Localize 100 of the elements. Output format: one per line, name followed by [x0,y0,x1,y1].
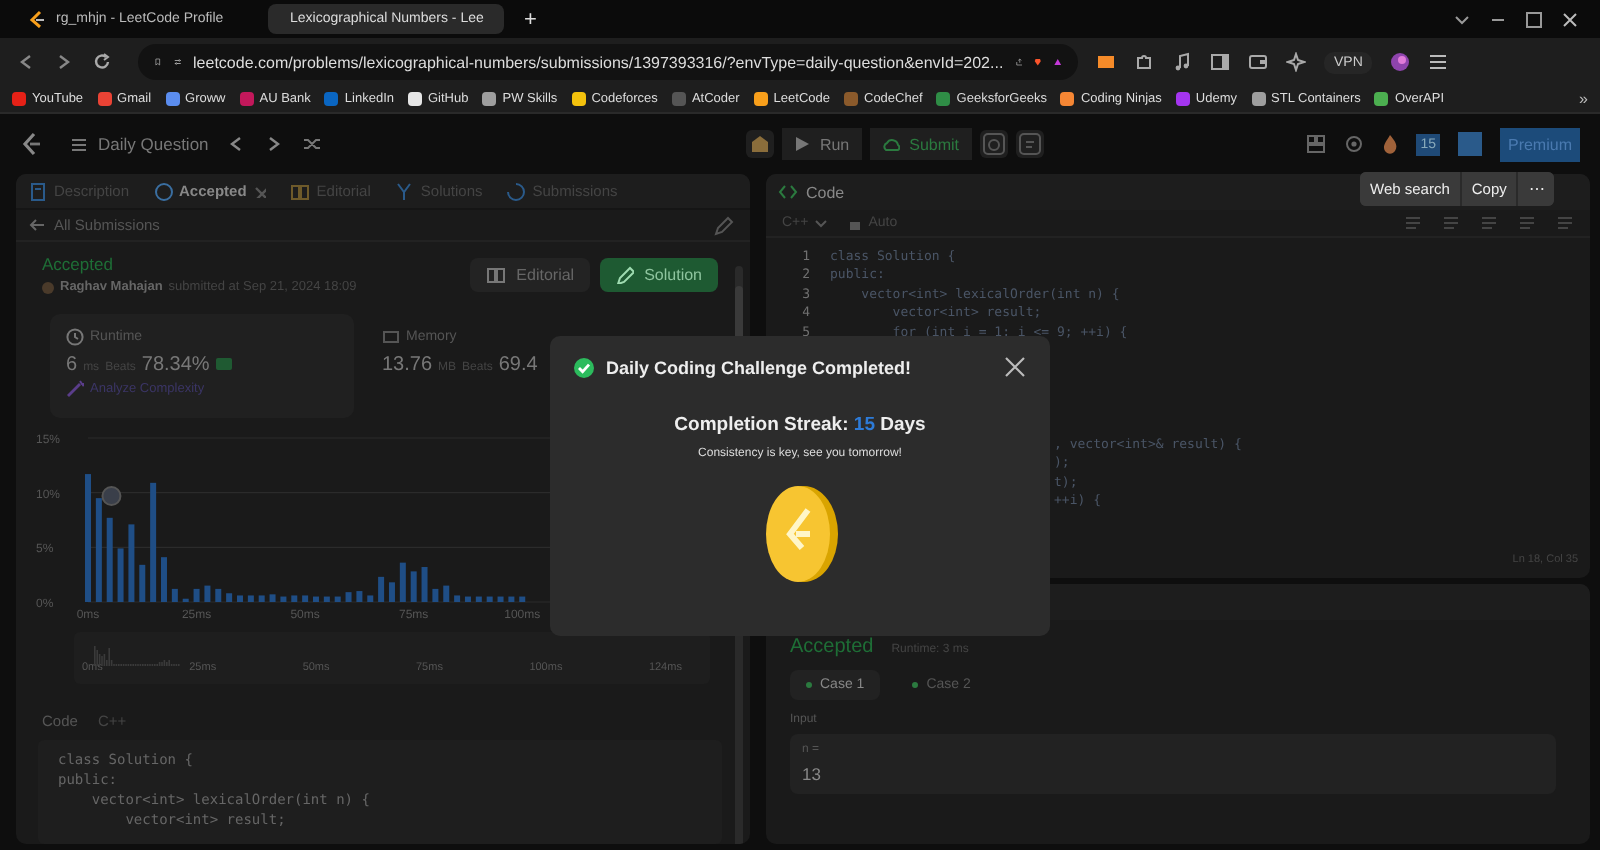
dot-icon [912,682,919,688]
close-icon[interactable] [1560,9,1580,29]
leetcode-logo-icon[interactable] [20,132,44,156]
daily-question-button[interactable]: Daily Question [70,134,209,154]
extension-icon[interactable] [1096,52,1116,72]
coin-icon [760,482,840,586]
histogram-bar [421,567,428,602]
book-icon [290,181,311,201]
wand-icon [66,380,84,398]
histogram-bar [247,595,254,602]
book-icon [486,265,507,283]
histogram-bar [367,595,374,602]
history-icon [506,181,527,201]
histogram-bar [464,596,471,602]
histogram-bar [269,594,276,602]
histogram-bar [150,482,157,602]
code-brackets-icon [778,182,798,202]
histogram-bar [237,595,243,602]
histogram-bar [193,588,200,602]
shuffle-icon[interactable] [302,134,323,154]
histogram-bar [117,548,124,602]
histogram-bar [475,596,482,602]
clock-icon [66,328,84,346]
stat-value: 13.76 [382,354,433,376]
maximize-icon[interactable] [1524,9,1544,29]
play-icon [793,136,810,152]
note-icon[interactable] [1015,130,1044,158]
check-circle-icon [574,357,594,377]
histogram-bar [280,596,287,602]
back-icon[interactable] [16,52,36,72]
settings-icon[interactable] [1344,134,1365,154]
url-text: leetcode.com/problems/lexicographical-numbers/submissions/1397393316/?envType=daily-question&envId=202... [193,53,1004,71]
histogram-bar [171,588,178,602]
notification-icon[interactable] [1457,132,1482,156]
layout-icon[interactable] [1306,134,1327,154]
next-icon[interactable] [264,134,285,154]
profile-avatar-icon[interactable] [1390,52,1411,72]
music-note-icon[interactable] [1172,52,1192,72]
panel-title: Code [806,183,845,201]
histogram-bar [204,585,211,602]
close-icon[interactable] [1004,356,1026,378]
histogram-bar [258,595,265,602]
more-bookmarks-button[interactable]: » [1579,90,1588,108]
cloud-upload-icon [881,135,900,153]
menu-icon[interactable] [1428,52,1449,72]
badge-icon [215,358,232,370]
histogram-bar [85,474,91,602]
forward-icon[interactable] [54,52,74,72]
chip-icon [382,328,400,346]
wallet-icon[interactable] [1248,52,1268,72]
histogram-bar [215,588,222,602]
sidebar-icon[interactable] [1210,52,1230,72]
sparkle-icon[interactable] [1286,52,1306,72]
status-text: Accepted [790,636,874,658]
puzzle-icon[interactable] [1134,52,1154,72]
histogram-bar [508,596,515,602]
list-icon [70,135,88,153]
histogram-bar [443,585,450,602]
beats-percent: 69.4 [498,354,538,376]
histogram-bar [388,582,395,602]
edit-icon [616,265,635,283]
input-value: 13 [802,764,823,784]
histogram-bar [432,588,439,602]
clock-icon [153,181,174,201]
chevron-down-icon [814,216,829,230]
dialog-title: Daily Coding Challenge Completed! [606,357,912,377]
histogram-bar [95,498,102,602]
solution-button[interactable]: Solution [600,257,718,291]
beats-percent: 78.34% [141,354,210,376]
run-button[interactable]: Run [781,128,862,160]
address-bar[interactable]: leetcode.com/problems/lexicographical-numbers/submissions/1397393316/?envType=daily-question&envId=202... [138,44,1078,80]
new-tab-button[interactable]: + [520,7,541,31]
avatar-icon [42,281,54,293]
avatar-marker [101,486,122,506]
histogram-bar [334,596,341,602]
document-icon [28,181,48,201]
histogram-bar [323,596,330,602]
histogram-bar [410,571,417,602]
timer-icon[interactable] [979,130,1008,158]
histogram-bar [226,593,233,602]
lock-icon [848,216,863,230]
histogram-bar [356,591,363,602]
histogram-bar [519,596,526,602]
histogram-bar [378,576,385,602]
arrow-left-icon [28,216,46,234]
histogram-bar [399,562,406,602]
histogram-bar [161,557,167,602]
histogram-bar [291,595,298,602]
histogram-bar [486,596,493,602]
histogram-bar [454,595,461,602]
histogram-bar [497,596,504,602]
histogram-bar [313,596,319,602]
share-icon[interactable] [1015,52,1023,72]
reload-icon[interactable] [92,52,112,72]
leetcode-logo-icon [28,10,46,28]
histogram-bar [139,564,146,602]
histogram-bar [345,592,352,602]
histogram-bar [302,595,309,602]
status-text: Accepted [42,254,115,274]
dot-icon [806,682,812,688]
